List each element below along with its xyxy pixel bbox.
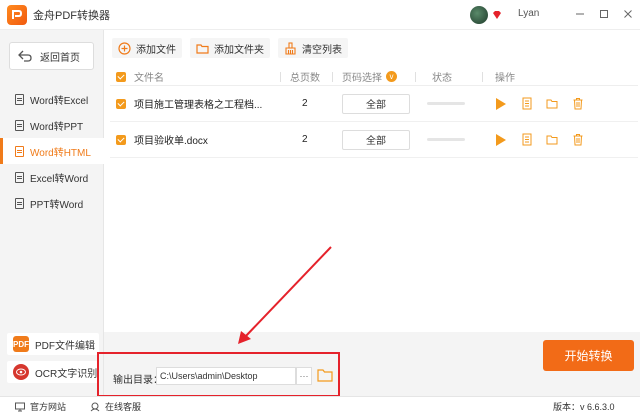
user-area[interactable]: Lyan bbox=[470, 6, 539, 24]
select-all-checkbox[interactable] bbox=[116, 71, 126, 82]
add-file-label: 添加文件 bbox=[136, 44, 176, 56]
sidebar-item-label: Word转PPT bbox=[30, 121, 84, 133]
official-website-link[interactable]: 官方网站 bbox=[15, 400, 66, 413]
clear-list-label: 清空列表 bbox=[302, 44, 342, 56]
folder-icon bbox=[196, 42, 209, 55]
sidebar-item-word-to-html[interactable]: Word转HTML bbox=[0, 138, 104, 164]
toolbar: 添加文件 添加文件夹 清空列表 bbox=[112, 38, 348, 58]
header-pages: 总页数 bbox=[290, 73, 320, 84]
header-page-select[interactable]: 页码选择 v bbox=[342, 68, 397, 85]
page-select-badge-icon[interactable]: v bbox=[386, 71, 397, 82]
document-icon bbox=[15, 119, 24, 131]
file-table: 文件名 总页数 页码选择 v 状态 操作 项目施工管理表格之工程档... 2 全… bbox=[110, 68, 638, 158]
row-pages: 2 bbox=[302, 98, 308, 109]
play-icon[interactable] bbox=[496, 133, 506, 146]
pdf-edit-label: PDF文件编辑 bbox=[35, 340, 95, 352]
page-range-select[interactable]: 全部 bbox=[342, 93, 410, 114]
page-range-select[interactable]: 全部 bbox=[342, 129, 410, 150]
sidebar-item-label: PPT转Word bbox=[30, 199, 84, 211]
sidebar-nav: Word转Excel Word转PPT Word转HTML Excel转Word… bbox=[0, 86, 104, 216]
avatar[interactable] bbox=[470, 6, 488, 24]
add-folder-label: 添加文件夹 bbox=[214, 44, 264, 56]
sidebar-item-label: Word转HTML bbox=[30, 147, 91, 159]
header-page-select-label: 页码选择 bbox=[342, 73, 382, 84]
ocr-label: OCR文字识别 bbox=[35, 368, 98, 380]
ocr-eye-icon bbox=[13, 364, 29, 380]
play-icon[interactable] bbox=[496, 97, 506, 110]
document-icon bbox=[15, 145, 24, 157]
open-folder-icon[interactable] bbox=[546, 133, 558, 146]
document-icon bbox=[15, 197, 24, 209]
document-preview-icon[interactable] bbox=[521, 97, 533, 110]
conversion-progress bbox=[427, 138, 465, 141]
table-row[interactable]: 项目施工管理表格之工程档... 2 全部 bbox=[110, 86, 638, 122]
row-checkbox[interactable] bbox=[116, 134, 126, 145]
online-support-link[interactable]: 在线客服 bbox=[90, 400, 141, 413]
sidebar-item-excel-to-word[interactable]: Excel转Word bbox=[0, 164, 104, 190]
back-home-label: 返回首页 bbox=[40, 52, 80, 64]
username: Lyan bbox=[518, 8, 540, 19]
add-file-button[interactable]: 添加文件 bbox=[112, 38, 182, 58]
row-filename: 项目施工管理表格之工程档... bbox=[134, 100, 263, 111]
app-logo-icon bbox=[7, 4, 27, 25]
highlight-annotation-box bbox=[97, 352, 340, 397]
document-icon bbox=[15, 93, 24, 105]
document-icon bbox=[15, 171, 24, 183]
row-pages: 2 bbox=[302, 134, 308, 145]
app-title: 金舟PDF转换器 bbox=[33, 9, 110, 22]
sidebar-item-label: Excel转Word bbox=[30, 173, 89, 185]
header-filename: 文件名 bbox=[134, 73, 164, 84]
sidebar-item-ppt-to-word[interactable]: PPT转Word bbox=[0, 190, 104, 216]
broom-icon bbox=[284, 41, 297, 55]
start-convert-button[interactable]: 开始转换 bbox=[543, 340, 634, 371]
clear-list-button[interactable]: 清空列表 bbox=[278, 38, 348, 58]
conversion-progress bbox=[427, 102, 465, 105]
sidebar-item-label: Word转Excel bbox=[30, 95, 89, 107]
header-status: 状态 bbox=[432, 73, 452, 84]
title-bar: 金舟PDF转换器 Lyan bbox=[0, 0, 640, 30]
row-filename: 项目验收单.docx bbox=[134, 136, 208, 147]
ocr-button[interactable]: OCR文字识别 bbox=[7, 361, 99, 383]
row-checkbox[interactable] bbox=[116, 98, 126, 109]
sidebar-item-word-to-ppt[interactable]: Word转PPT bbox=[0, 112, 104, 138]
pdf-edit-icon: PDF bbox=[13, 336, 29, 352]
vip-diamond-icon bbox=[493, 11, 501, 19]
table-header: 文件名 总页数 页码选择 v 状态 操作 bbox=[110, 68, 638, 86]
headset-icon bbox=[90, 402, 100, 411]
status-bar: 官方网站 在线客服 版本：v 6.6.3.0 bbox=[0, 396, 640, 416]
restore-icon[interactable] bbox=[598, 8, 610, 20]
official-website-label: 官方网站 bbox=[30, 402, 67, 412]
table-row[interactable]: 项目验收单.docx 2 全部 bbox=[110, 122, 638, 158]
minimize-icon[interactable] bbox=[574, 8, 586, 20]
online-support-label: 在线客服 bbox=[105, 402, 142, 412]
sidebar: 返回首页 Word转Excel Word转PPT Word转HTML Excel… bbox=[0, 30, 104, 396]
back-home-button[interactable]: 返回首页 bbox=[9, 42, 94, 70]
trash-icon[interactable] bbox=[572, 133, 584, 146]
open-folder-icon[interactable] bbox=[546, 97, 558, 110]
header-actions: 操作 bbox=[495, 73, 515, 84]
document-preview-icon[interactable] bbox=[521, 133, 533, 146]
back-arrow-icon bbox=[18, 50, 32, 62]
pdf-edit-button[interactable]: PDF PDF文件编辑 bbox=[7, 333, 99, 355]
version-text: 版本：v 6.6.3.0 bbox=[553, 402, 615, 412]
monitor-icon bbox=[15, 402, 25, 411]
close-icon[interactable] bbox=[622, 8, 634, 20]
sidebar-item-word-to-excel[interactable]: Word转Excel bbox=[0, 86, 104, 112]
add-circle-icon bbox=[118, 41, 131, 55]
add-folder-button[interactable]: 添加文件夹 bbox=[190, 38, 270, 58]
trash-icon[interactable] bbox=[572, 97, 584, 110]
